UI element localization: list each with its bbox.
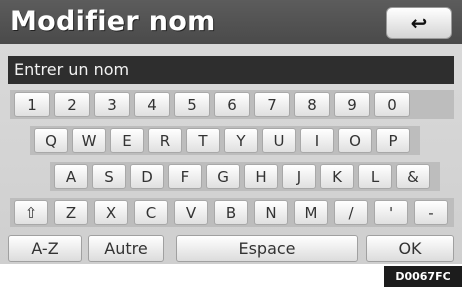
key-4[interactable]: C bbox=[134, 200, 168, 225]
key-8[interactable]: 8 bbox=[294, 92, 330, 117]
key-2[interactable]: 2 bbox=[54, 92, 90, 117]
az-button[interactable]: A-Z bbox=[8, 235, 82, 262]
key-1[interactable]: 1 bbox=[14, 92, 50, 117]
key-6[interactable]: H bbox=[244, 164, 278, 189]
key-3[interactable]: 3 bbox=[94, 92, 130, 117]
return-arrow-icon: ↩ bbox=[410, 11, 428, 35]
key-3[interactable]: D bbox=[130, 164, 164, 189]
key-2[interactable]: W bbox=[72, 128, 106, 153]
key-11[interactable]: - bbox=[414, 200, 448, 225]
key-10[interactable]: ' bbox=[374, 200, 408, 225]
key-4[interactable]: R bbox=[148, 128, 182, 153]
espace-button[interactable]: Espace bbox=[176, 235, 358, 262]
key-10[interactable]: & bbox=[396, 164, 430, 189]
key-3[interactable]: E bbox=[110, 128, 144, 153]
key-5[interactable]: V bbox=[174, 200, 208, 225]
key-7[interactable]: U bbox=[262, 128, 296, 153]
shift-icon[interactable]: ⇧ bbox=[14, 200, 48, 225]
image-code-label: D0067FC bbox=[384, 266, 462, 287]
key-9[interactable]: O bbox=[338, 128, 372, 153]
key-9[interactable]: 9 bbox=[334, 92, 370, 117]
key-9[interactable]: L bbox=[358, 164, 392, 189]
key-3[interactable]: X bbox=[94, 200, 128, 225]
key-7[interactable]: N bbox=[254, 200, 288, 225]
key-2[interactable]: Z bbox=[54, 200, 88, 225]
key-7[interactable]: 7 bbox=[254, 92, 290, 117]
key-10[interactable]: P bbox=[376, 128, 410, 153]
key-1[interactable]: Q bbox=[34, 128, 68, 153]
key-10[interactable]: 0 bbox=[374, 92, 410, 117]
ok-button[interactable]: OK bbox=[366, 235, 454, 262]
key-4[interactable]: 4 bbox=[134, 92, 170, 117]
navigation-screen: Modifier nom ↩ Entrer un nom 1234567890 Q… bbox=[0, 0, 462, 264]
key-8[interactable]: I bbox=[300, 128, 334, 153]
autre-button[interactable]: Autre bbox=[88, 235, 164, 262]
key-2[interactable]: S bbox=[92, 164, 126, 189]
key-6[interactable]: B bbox=[214, 200, 248, 225]
key-5[interactable]: T bbox=[186, 128, 220, 153]
key-7[interactable]: J bbox=[282, 164, 316, 189]
key-6[interactable]: Y bbox=[224, 128, 258, 153]
key-6[interactable]: 6 bbox=[214, 92, 250, 117]
key-1[interactable]: A bbox=[54, 164, 88, 189]
key-8[interactable]: M bbox=[294, 200, 328, 225]
name-input[interactable]: Entrer un nom bbox=[8, 56, 454, 84]
back-button[interactable]: ↩ bbox=[386, 7, 452, 39]
key-4[interactable]: F bbox=[168, 164, 202, 189]
key-9[interactable]: / bbox=[334, 200, 368, 225]
key-5[interactable]: 5 bbox=[174, 92, 210, 117]
key-8[interactable]: K bbox=[320, 164, 354, 189]
key-5[interactable]: G bbox=[206, 164, 240, 189]
page-title: Modifier nom bbox=[10, 6, 216, 37]
